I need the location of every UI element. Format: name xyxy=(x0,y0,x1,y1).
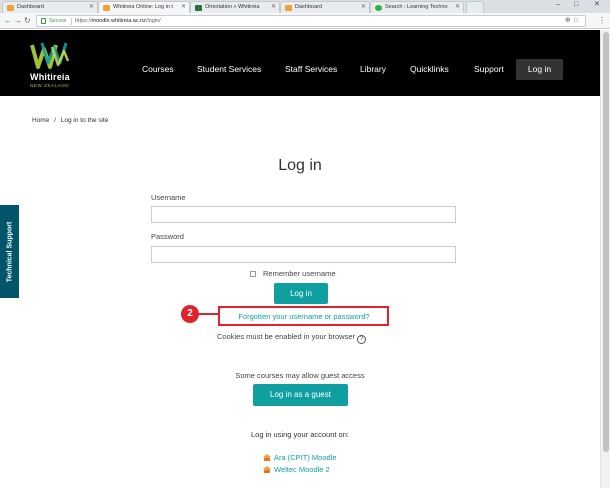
username-input[interactable] xyxy=(151,206,456,223)
guest-access-note: Some courses may allow guest access xyxy=(235,371,365,380)
nav-courses[interactable]: Courses xyxy=(142,64,174,74)
password-label: Password xyxy=(151,232,184,241)
forgot-password-link[interactable]: Forgotten your username or password? xyxy=(222,312,386,321)
provider-ara-link[interactable]: Ara (CPIT) Moodle xyxy=(263,453,337,462)
guest-login-button[interactable]: Log in as a guest xyxy=(253,384,348,406)
site-header: Whitireia NEW ZEALAND Courses Student Se… xyxy=(0,30,600,96)
provider-weltec-link[interactable]: Weltec Moodle 2 xyxy=(263,465,330,474)
password-input[interactable] xyxy=(151,246,456,263)
breadcrumb-current[interactable]: Log in to the site xyxy=(61,117,109,124)
provider-label: Ara (CPIT) Moodle xyxy=(274,453,337,462)
browser-tab-label: Whitireia Online: Log in t xyxy=(113,4,173,10)
nav-quicklinks[interactable]: Quicklinks xyxy=(410,64,449,74)
browser-tab-label: Dashboard xyxy=(295,4,322,10)
moodle-favicon-icon xyxy=(285,5,292,11)
moodle-hat-icon xyxy=(263,454,271,461)
provider-label: Weltec Moodle 2 xyxy=(274,465,330,474)
nav-support[interactable]: Support xyxy=(474,64,504,74)
omnibox-icons: ⊕ ☆ xyxy=(565,16,579,26)
browser-tab-dashboard-2[interactable]: Dashboard ✕ xyxy=(280,1,370,13)
bookmark-star-icon[interactable]: ☆ xyxy=(573,17,579,24)
browser-menu-icon[interactable]: ⋮ xyxy=(598,15,606,26)
back-arrow-icon[interactable]: ← xyxy=(4,15,12,26)
logo-subtitle: NEW ZEALAND xyxy=(30,83,70,88)
technical-support-tab[interactable]: Technical Support xyxy=(0,205,19,298)
reload-icon[interactable]: ↻ xyxy=(24,15,31,26)
page-scrollbar[interactable] xyxy=(600,30,610,488)
browser-tab-search[interactable]: Search : Learning Techno ✕ xyxy=(370,1,464,13)
close-tab-icon[interactable]: ✕ xyxy=(361,2,366,13)
breadcrumb: Home / Log in to the site xyxy=(32,117,108,124)
close-tab-icon[interactable]: ✕ xyxy=(89,2,94,13)
moodle-favicon-icon xyxy=(7,5,14,11)
technical-support-label: Technical Support xyxy=(6,221,13,282)
cookies-note: Cookies must be enabled in your browser? xyxy=(217,332,366,344)
breadcrumb-home[interactable]: Home xyxy=(32,117,49,124)
accounts-heading: Log in using your account on: xyxy=(251,430,349,439)
remember-username-label[interactable]: Remember username xyxy=(263,269,336,278)
remember-username: Remember username xyxy=(250,269,336,278)
nav-student-services[interactable]: Student Services xyxy=(197,64,261,74)
zoom-icon[interactable]: ⊕ xyxy=(565,17,571,24)
secure-label: Secure xyxy=(49,18,67,24)
step-badge: 2 xyxy=(181,305,199,323)
url-input[interactable]: Secure https://moodle.whitireia.ac.nz/lo… xyxy=(36,15,586,27)
scrollbar-thumb[interactable] xyxy=(603,32,609,452)
help-icon[interactable]: ? xyxy=(357,335,366,344)
username-label: Username xyxy=(151,193,186,202)
browser-tab-label: Search : Learning Techno xyxy=(385,4,448,10)
orientation-favicon-icon xyxy=(195,5,202,11)
cookies-note-text: Cookies must be enabled in your browser xyxy=(217,332,355,341)
url-text: https://moodle.whitireia.ac.nz/login/ xyxy=(75,18,161,24)
moodle-hat-icon xyxy=(263,466,271,473)
address-bar: ← → ↻ Secure https://moodle.whitireia.ac… xyxy=(0,13,610,29)
close-tab-icon[interactable]: ✕ xyxy=(271,2,276,13)
browser-tab-label: Orientation » Whitireia xyxy=(205,4,260,10)
new-tab-button[interactable] xyxy=(466,1,484,13)
browser-tab-dashboard[interactable]: Dashboard ✕ xyxy=(2,1,98,13)
search-favicon-icon xyxy=(375,5,382,11)
browser-tab-strip: Dashboard ✕ Whitireia Online: Log in t ✕… xyxy=(0,0,610,13)
close-window-icon[interactable]: ✕ xyxy=(594,0,600,10)
login-submit-button[interactable]: Log in xyxy=(274,283,328,304)
header-login-button[interactable]: Log in xyxy=(516,59,563,80)
minimize-icon[interactable]: – xyxy=(556,0,560,10)
page-title: Log in xyxy=(278,157,322,174)
breadcrumb-separator: / xyxy=(54,117,56,124)
browser-tab-orientation[interactable]: Orientation » Whitireia ✕ xyxy=(190,1,280,13)
logo-wordmark: Whitireia xyxy=(30,72,70,82)
remember-username-checkbox[interactable] xyxy=(250,271,256,277)
nav-library[interactable]: Library xyxy=(360,64,386,74)
maximize-icon[interactable]: □ xyxy=(574,0,578,10)
nav-staff-services[interactable]: Staff Services xyxy=(285,64,337,74)
omnibox-divider xyxy=(71,18,72,25)
forward-arrow-icon[interactable]: → xyxy=(14,15,22,26)
close-tab-icon[interactable]: ✕ xyxy=(181,2,186,13)
annotation-connector xyxy=(199,313,218,315)
browser-tab-login[interactable]: Whitireia Online: Log in t ✕ xyxy=(98,1,190,13)
moodle-favicon-icon xyxy=(103,5,110,11)
lock-icon xyxy=(41,18,46,24)
browser-tab-label: Dashboard xyxy=(17,4,44,10)
close-tab-icon[interactable]: ✕ xyxy=(455,2,460,13)
